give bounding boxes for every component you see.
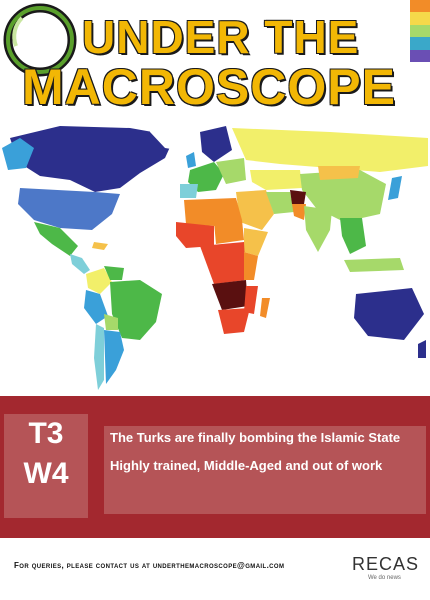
region-southeast-asia xyxy=(340,218,366,254)
region-iberia xyxy=(180,184,198,198)
region-uk xyxy=(186,152,196,168)
title-line-2: MACROSCOPE xyxy=(22,59,396,115)
region-afghanistan xyxy=(290,190,306,204)
headline-2: Highly trained, Middle-Aged and out of w… xyxy=(110,458,383,473)
region-india xyxy=(304,206,332,252)
region-sahel xyxy=(214,220,244,244)
content-panel: T3 W4 The Turks are finally bombing the … xyxy=(0,396,430,538)
masthead: UNDER THE MACROSCOPE xyxy=(0,0,430,118)
issue-code-box: T3 W4 xyxy=(4,414,88,518)
headlines-box: The Turks are finally bombing the Islami… xyxy=(104,426,426,514)
region-mongolia xyxy=(318,166,360,180)
region-caribbean xyxy=(92,242,108,250)
region-east-africa xyxy=(244,252,258,280)
issue-term: T3 xyxy=(28,417,64,450)
contact-text: For queries, please contact us at undert… xyxy=(14,561,285,570)
region-horn-africa xyxy=(244,228,268,256)
region-canada xyxy=(10,126,175,192)
brand-name: RECAS xyxy=(352,554,420,574)
region-usa xyxy=(18,188,120,230)
issue-week: W4 xyxy=(23,457,69,490)
region-russia xyxy=(232,128,428,172)
region-central-africa xyxy=(200,242,246,284)
region-argentina xyxy=(104,330,124,384)
region-australia xyxy=(354,288,424,340)
stripe-5 xyxy=(410,49,430,63)
region-chile xyxy=(94,324,104,390)
region-brazil xyxy=(110,280,162,340)
recas-logo: RECAS We do news xyxy=(352,554,420,581)
stripe-2 xyxy=(410,12,430,25)
stripe-1 xyxy=(410,0,430,13)
color-stripe xyxy=(410,0,430,63)
footer: For queries, please contact us at undert… xyxy=(0,540,430,600)
region-west-africa xyxy=(176,222,214,248)
region-japan xyxy=(388,176,402,200)
stripe-4 xyxy=(410,37,430,50)
region-central-america xyxy=(70,254,90,274)
region-indonesia xyxy=(344,258,404,272)
stripe-3 xyxy=(410,24,430,38)
brand-tagline: We do news xyxy=(368,575,401,581)
region-south-africa xyxy=(218,308,250,334)
title-line-1: UNDER THE xyxy=(82,11,360,63)
region-peru xyxy=(84,290,108,324)
region-scandinavia xyxy=(200,126,232,162)
world-map xyxy=(2,118,428,390)
region-new-zealand xyxy=(418,340,426,358)
region-madagascar xyxy=(260,298,270,318)
region-southern-africa-core xyxy=(212,280,248,310)
region-kazakhstan xyxy=(250,170,302,190)
headline-1: The Turks are finally bombing the Islami… xyxy=(110,430,401,445)
region-pakistan xyxy=(292,204,306,220)
